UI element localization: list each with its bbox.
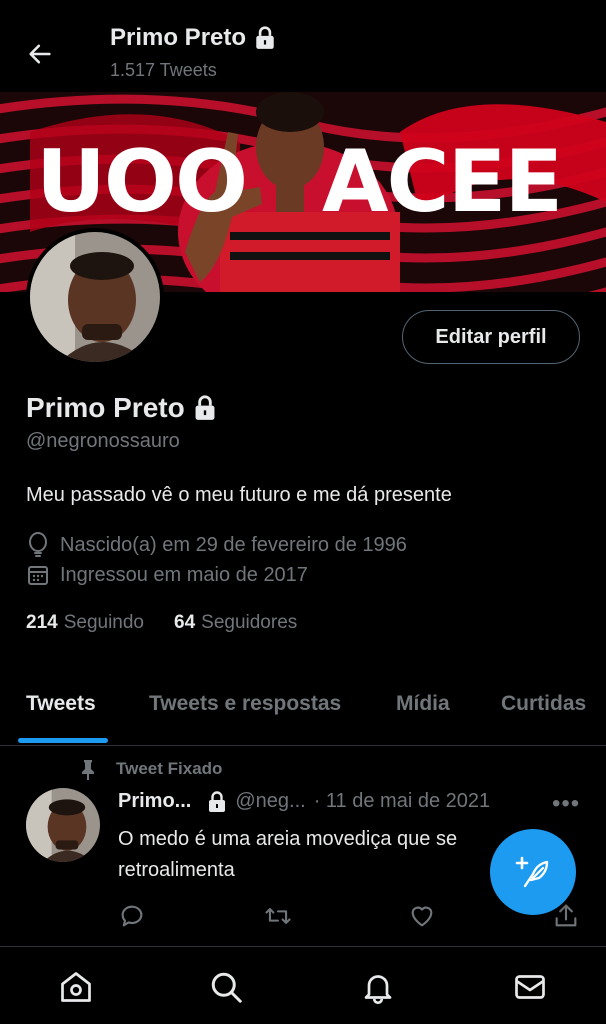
followers-link[interactable]: 64 Seguidores [174,612,297,634]
compose-feather-icon [515,856,549,888]
following-count: 214 [26,612,58,633]
profile-bio: Meu passado vê o meu futuro e me dá pres… [26,484,452,506]
tweet-date[interactable]: · 11 de mai de 2021 [314,790,490,813]
mail-icon [515,975,545,999]
arrow-left-icon [29,44,51,64]
lock-icon [195,395,215,420]
profile-avatar[interactable] [26,228,164,366]
tweet-avatar-image [26,788,100,862]
active-tab-indicator [18,738,108,743]
nav-notifications[interactable] [358,967,398,1007]
tab-tweets[interactable]: Tweets [26,692,96,716]
map-pin-icon [29,532,47,557]
lock-icon [256,26,274,49]
banner-text-right: ACEE [322,132,563,232]
retweet-button[interactable] [263,902,293,935]
nav-messages[interactable] [510,967,550,1007]
bottom-navigation [0,946,606,1024]
search-icon [211,972,242,1003]
header-name: Primo Preto [110,24,247,51]
follow-stats: 214 Seguindo 64 Seguidores [26,612,297,634]
pin-icon [82,760,94,780]
birthday-text: Nascido(a) em 29 de fevereiro de 1996 [60,533,407,556]
profile-display-name: Primo Preto [26,392,217,424]
joined-row: Ingressou em maio de 2017 [26,563,308,587]
like-button[interactable] [408,902,436,935]
following-link[interactable]: 214 Seguindo [26,612,144,634]
nav-search[interactable] [206,967,246,1007]
tweet-author-name[interactable]: Primo... [118,790,191,813]
nav-home[interactable] [56,967,96,1007]
pinned-label: Tweet Fixado [78,758,222,780]
tweet-text: O medo é uma areia movediça que se retro… [118,828,458,881]
tweet-more-button[interactable]: ••• [552,790,580,818]
avatar-image [30,232,160,362]
tweet-avatar[interactable] [26,788,100,862]
lock-icon [209,790,226,812]
header-title: Primo Preto [110,24,276,52]
reply-button[interactable] [118,902,146,935]
followers-label: Seguidores [201,612,298,633]
profile-handle: @negronossauro [26,430,180,452]
tweet-count: 1.517 Tweets [110,60,217,80]
banner-text-left: UOO [36,132,248,232]
home-icon [61,972,91,1002]
top-header: Primo Preto 1.517 Tweets [0,0,606,92]
joined-text: Ingressou em maio de 2017 [60,563,308,586]
profile-tabs: Tweets Tweets e respostas Mídia Curtidas [0,670,606,746]
edit-profile-button[interactable]: Editar perfil [402,310,580,364]
heart-icon [411,906,433,927]
tweet-header: Primo... @neg... · 11 de mai de 2021 [118,790,490,813]
following-label: Seguindo [63,612,144,633]
followers-count: 64 [174,612,196,633]
calendar-icon [28,566,48,585]
back-button[interactable] [22,36,58,72]
retweet-icon [265,908,291,924]
pinned-text: Tweet Fixado [116,759,223,778]
reply-icon [121,905,143,927]
tab-media[interactable]: Mídia [396,692,450,716]
tab-likes[interactable]: Curtidas [501,692,586,716]
birthday-row: Nascido(a) em 29 de fevereiro de 1996 [26,532,407,558]
bell-icon [364,975,392,1005]
tab-tweets-replies[interactable]: Tweets e respostas [149,692,341,716]
display-name-text: Primo Preto [26,392,185,423]
tweet-author-handle: @neg... [235,790,306,812]
compose-tweet-button[interactable] [490,829,576,915]
